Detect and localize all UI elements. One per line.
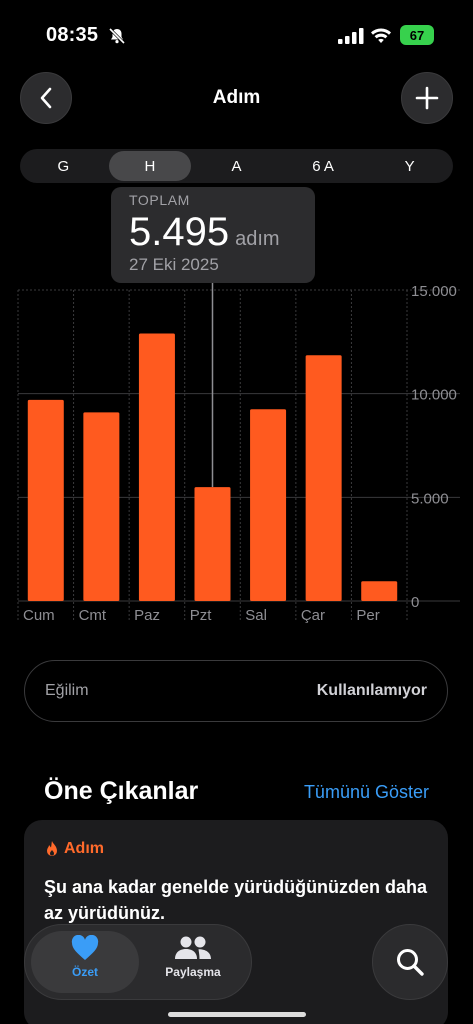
trend-row[interactable]: Eğilim Kullanılamıyor [24, 660, 448, 722]
highlight-category-label: Adım [64, 840, 104, 857]
y-tick-label: 0 [411, 594, 419, 611]
segment-6-a[interactable]: 6 A [282, 151, 365, 181]
y-tick-label: 5.000 [411, 490, 449, 507]
bar-cum [27, 399, 64, 601]
tab-summary-label: Özet [71, 965, 98, 979]
status-bar: 08:35 67 [0, 0, 473, 70]
plus-icon [415, 86, 439, 110]
bar-cmt [83, 412, 120, 601]
battery-indicator: 67 [400, 25, 434, 45]
battery-level: 67 [409, 27, 425, 43]
tab-bar: Özet Paylaşma [24, 924, 252, 1000]
tooltip-unit: adım [235, 228, 280, 250]
x-tick-label: Cum [23, 607, 55, 624]
show-all-link[interactable]: Tümünü Göster [304, 782, 429, 803]
bar-paz [138, 333, 175, 601]
highlight-category: Adım [44, 840, 428, 858]
heart-icon [71, 935, 99, 960]
tooltip-date: 27 Eki 2025 [129, 255, 219, 274]
add-data-button[interactable] [401, 72, 453, 124]
bell-slash-icon [108, 27, 126, 45]
wifi-icon [371, 28, 391, 43]
tooltip-value-row: 5.495 adım [129, 210, 297, 255]
cellular-signal-icon [338, 28, 364, 44]
time-range-segmented-control: GHA6 AY [20, 149, 453, 183]
x-tick-label: Per [356, 607, 379, 624]
tooltip-label: TOPLAM [129, 192, 190, 208]
y-tick-label: 15.000 [411, 283, 457, 300]
x-tick-label: Pzt [190, 607, 213, 624]
home-indicator [168, 1012, 306, 1017]
status-time: 08:35 [46, 24, 99, 46]
tab-summary[interactable]: Özet [31, 935, 139, 979]
people-icon [175, 936, 211, 959]
tab-sharing-label: Paylaşma [165, 965, 221, 979]
search-icon [397, 949, 424, 976]
x-tick-label: Paz [134, 607, 160, 624]
flame-icon [47, 841, 57, 856]
selected-day-tooltip: TOPLAM 5.495 adım 27 Eki 2025 [111, 187, 315, 283]
trend-value: Kullanılamıyor [316, 682, 427, 699]
segment-a[interactable]: A [195, 151, 278, 181]
y-tick-label: 10.000 [411, 387, 457, 404]
tab-sharing[interactable]: Paylaşma [139, 935, 247, 979]
steps-bar-chart[interactable]: 15.000 10.000 5.000 0 Cum Cmt Paz Pzt Sal Çar Per [0, 280, 473, 625]
bar-sal [250, 409, 287, 601]
highlight-text: Şu ana kadar genelde yürüdüğünüzden daha… [44, 877, 428, 923]
bar-çar [305, 355, 342, 601]
bar-pzt [194, 487, 231, 601]
search-button[interactable] [372, 924, 448, 1000]
segment-h[interactable]: H [108, 151, 192, 181]
bar-per [361, 581, 398, 601]
x-tick-label: Cmt [79, 607, 107, 624]
tooltip-value: 5.495 [129, 210, 230, 254]
segment-y[interactable]: Y [368, 151, 451, 181]
segment-g[interactable]: G [22, 151, 105, 181]
trend-label: Eğilim [45, 682, 89, 699]
x-tick-label: Çar [301, 607, 325, 624]
highlights-heading: Öne Çıkanlar [44, 777, 199, 805]
x-tick-label: Sal [245, 607, 267, 624]
